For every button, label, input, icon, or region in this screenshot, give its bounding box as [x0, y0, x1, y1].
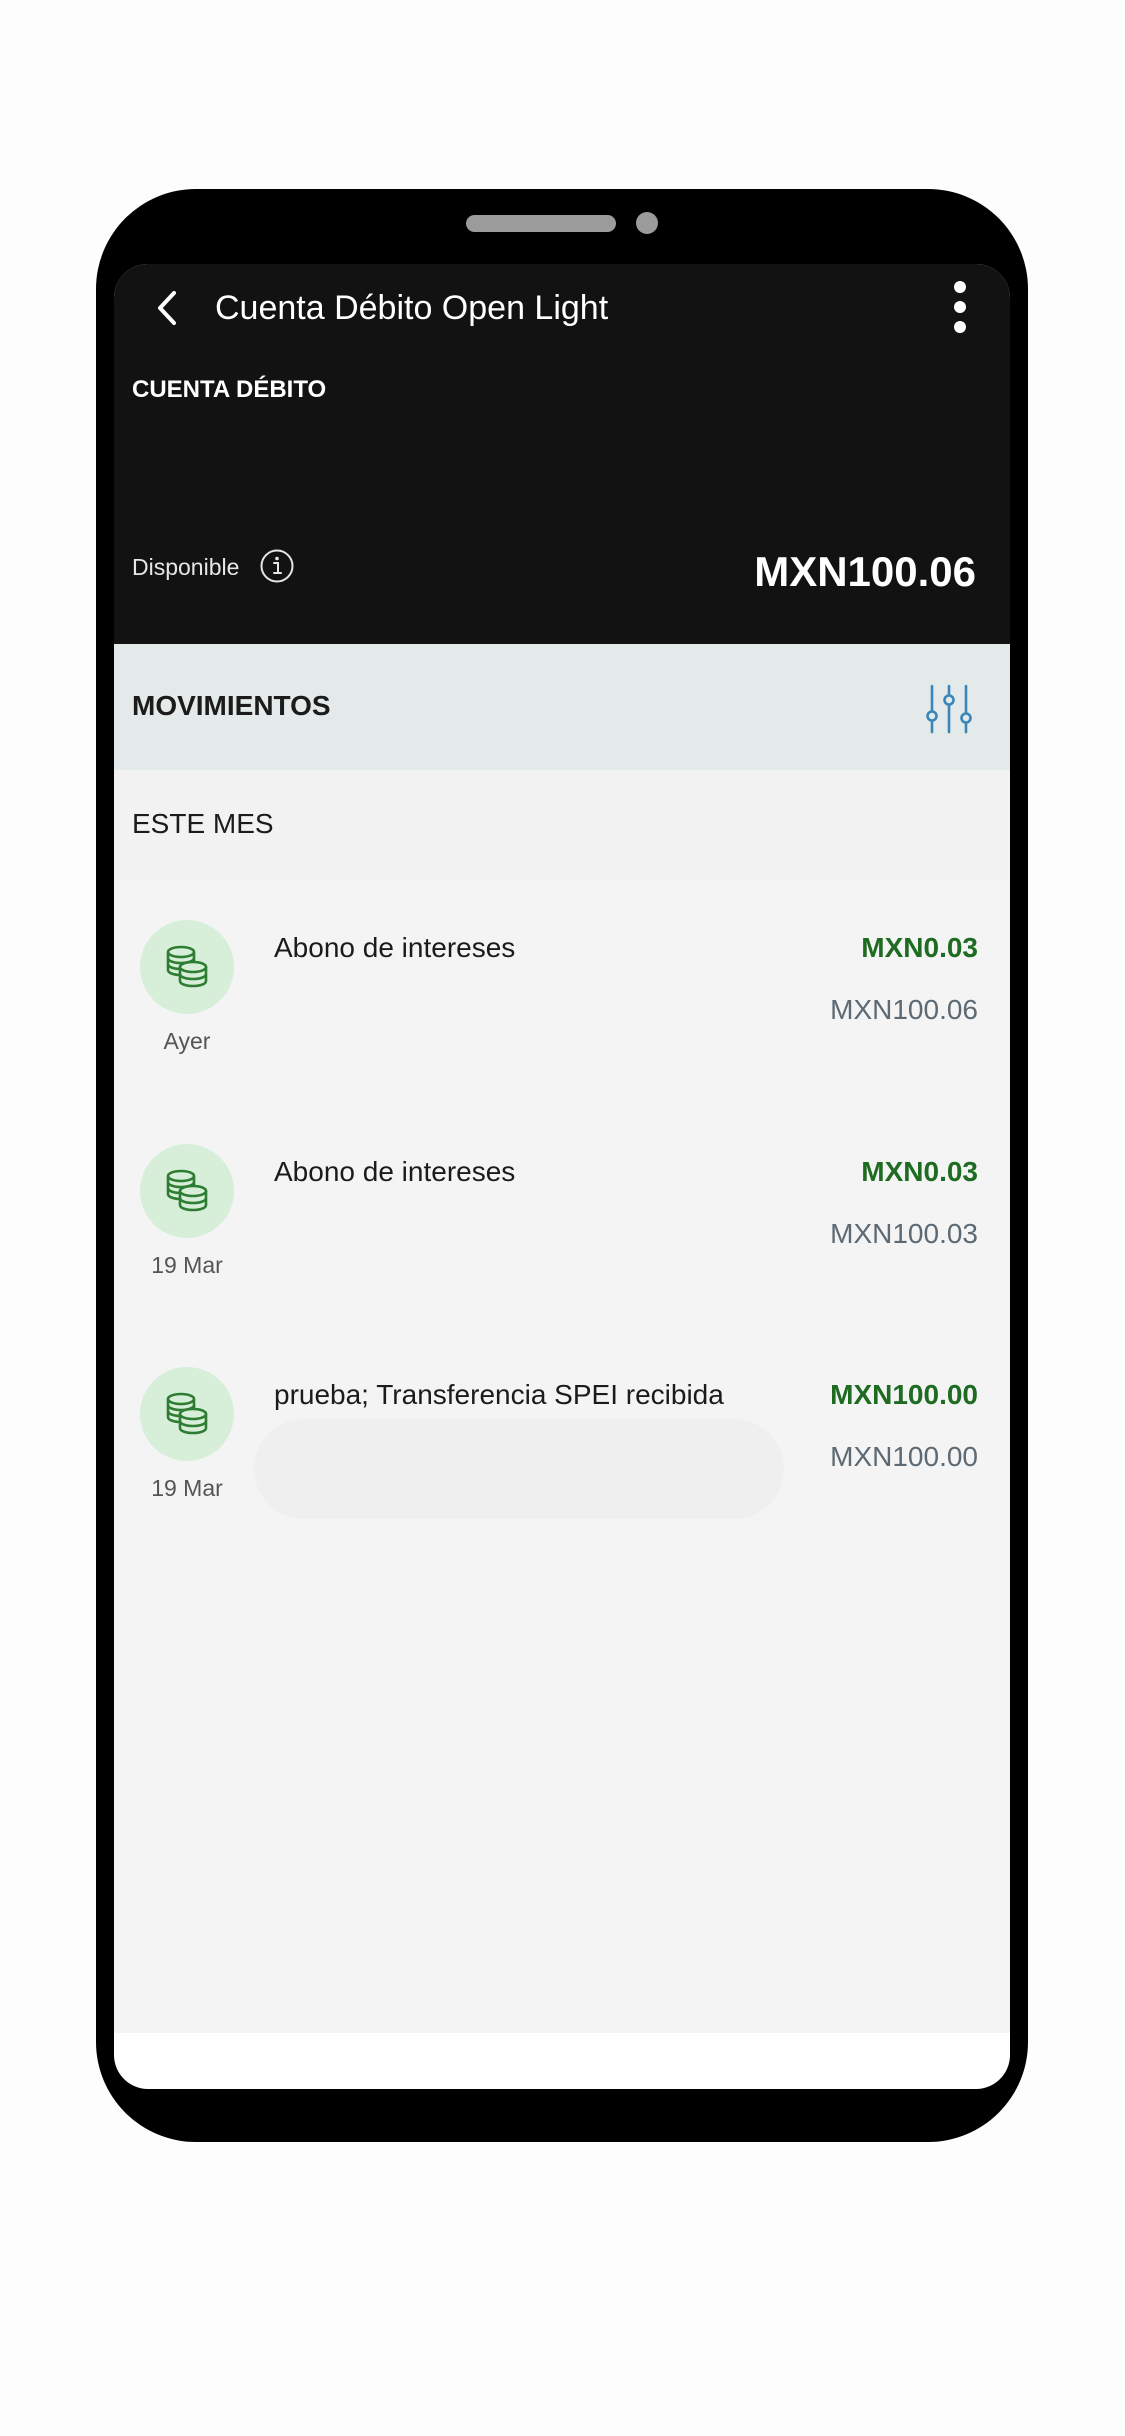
page-title: Cuenta Débito Open Light [215, 289, 609, 327]
movement-date: 19 Mar [151, 1252, 223, 1278]
app-screen: Cuenta Débito Open Light CUENTA DÉBITO D… [114, 264, 1010, 2089]
available-balance: MXN100.06 [754, 548, 976, 595]
section-header: ESTE MES [114, 770, 1010, 880]
sliders-icon [926, 684, 972, 734]
movements-title: MOVIMIENTOS [132, 690, 331, 721]
movements-bar: MOVIMIENTOS [114, 644, 1010, 770]
movement-running-balance: MXN100.03 [830, 1218, 978, 1249]
coins-icon-circle [140, 920, 234, 1014]
more-options-button[interactable] [940, 279, 980, 335]
coins-icon [166, 945, 208, 988]
account-type-label: CUENTA DÉBITO [132, 376, 327, 403]
movement-description: prueba; Transferencia SPEI recibida [274, 1379, 724, 1410]
movement-description: Abono de intereses [274, 1156, 516, 1187]
movement-amount: MXN0.03 [861, 1156, 978, 1187]
more-vertical-icon [954, 281, 966, 293]
movement-running-balance: MXN100.06 [830, 994, 978, 1025]
touch-highlight [254, 1419, 784, 1519]
movement-running-balance: MXN100.00 [830, 1441, 978, 1472]
movement-description: Abono de intereses [274, 932, 516, 963]
phone-speaker [466, 215, 616, 232]
phone-camera [636, 212, 658, 234]
info-button[interactable] [259, 548, 295, 584]
movements-list: ESTE MES Ayer Abono de intereses MXN0.03… [114, 770, 1010, 2033]
phone-frame: Cuenta Débito Open Light CUENTA DÉBITO D… [96, 189, 1028, 2142]
more-vertical-icon-dot [954, 321, 966, 333]
movement-amount: MXN100.00 [830, 1379, 978, 1410]
chevron-left-icon [158, 291, 176, 325]
coins-icon [166, 1169, 208, 1212]
list-item[interactable]: Ayer Abono de intereses MXN0.03 MXN100.0… [114, 920, 1010, 1130]
movement-amount: MXN0.03 [861, 932, 978, 963]
info-icon [260, 549, 294, 583]
list-item[interactable]: 19 Mar Abono de intereses MXN0.03 MXN100… [114, 1144, 1010, 1354]
back-button[interactable] [142, 282, 194, 334]
filter-button[interactable] [922, 682, 976, 736]
movement-date: 19 Mar [151, 1475, 223, 1501]
coins-icon-circle [140, 1367, 234, 1461]
account-header: Cuenta Débito Open Light CUENTA DÉBITO D… [114, 264, 1010, 644]
coins-icon-circle [140, 1144, 234, 1238]
more-vertical-icon-dot [954, 301, 966, 313]
available-label: Disponible [132, 554, 240, 580]
list-item[interactable]: 19 Mar prueba; Transferencia SPEI recibi… [114, 1367, 1010, 1577]
coins-icon [166, 1392, 208, 1435]
section-title: ESTE MES [132, 808, 274, 839]
movement-date: Ayer [163, 1028, 211, 1054]
